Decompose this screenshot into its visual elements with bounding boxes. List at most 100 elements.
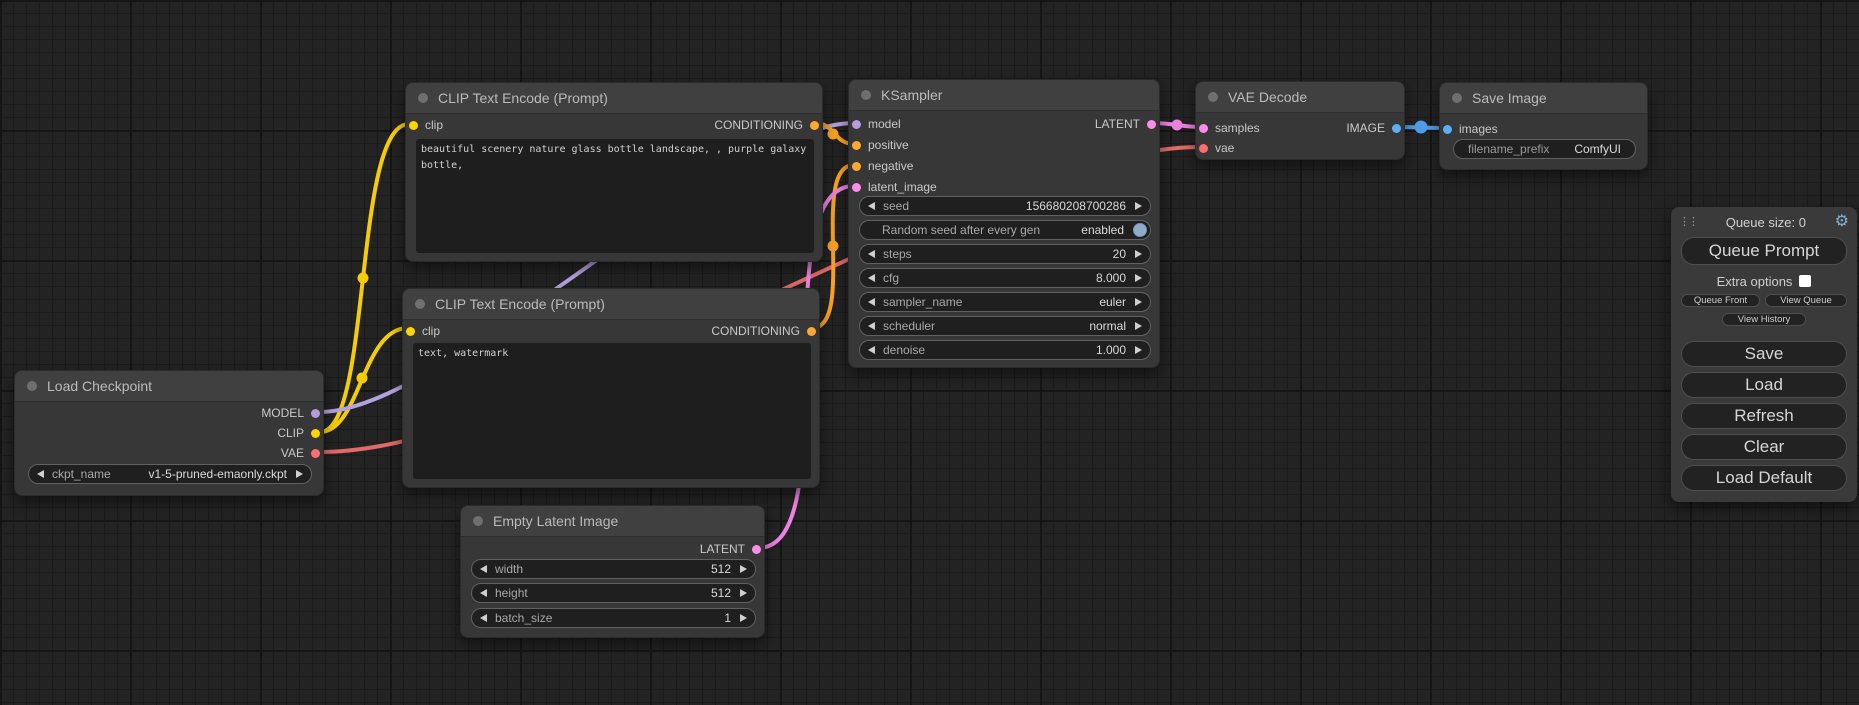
- output-port-latent[interactable]: [752, 545, 761, 554]
- output-port-conditioning[interactable]: [810, 121, 819, 130]
- extra-options-checkbox[interactable]: [1799, 275, 1811, 287]
- decrement-arrow-icon[interactable]: [868, 346, 875, 354]
- increment-arrow-icon[interactable]: [740, 614, 747, 622]
- input-row-model: model: [849, 114, 901, 134]
- increment-arrow-icon[interactable]: [740, 589, 747, 597]
- node-empty-latent-image[interactable]: Empty Latent Image LATENT width 512 heig…: [460, 505, 765, 638]
- save-button[interactable]: Save: [1681, 341, 1847, 367]
- clear-button[interactable]: Clear: [1681, 434, 1847, 460]
- random-seed-toggle-widget[interactable]: Random seed after every gen enabled: [859, 220, 1151, 240]
- queue-front-button[interactable]: Queue Front: [1681, 294, 1760, 307]
- drag-handle-icon[interactable]: [1679, 217, 1697, 228]
- link-dot: [1415, 121, 1428, 134]
- node-vae-decode-titlebar[interactable]: VAE Decode: [1196, 82, 1404, 113]
- input-port-latent-image[interactable]: [852, 183, 861, 192]
- decrement-arrow-icon[interactable]: [480, 614, 487, 622]
- input-port-negative[interactable]: [852, 162, 861, 171]
- decrement-arrow-icon[interactable]: [868, 250, 875, 258]
- node-clip-positive-titlebar[interactable]: CLIP Text Encode (Prompt): [406, 83, 822, 114]
- widget-value: 156680208700286: [1026, 199, 1126, 213]
- node-load-checkpoint[interactable]: Load Checkpoint MODEL CLIP VAE ckpt_name…: [14, 370, 324, 496]
- widget-label: ckpt_name: [52, 467, 111, 481]
- decrement-arrow-icon[interactable]: [868, 322, 875, 330]
- width-widget[interactable]: width 512: [471, 559, 756, 579]
- node-ksampler[interactable]: KSampler model positive negative latent_…: [848, 79, 1160, 368]
- prompt-text-area[interactable]: text, watermark: [413, 343, 811, 479]
- node-vae-decode[interactable]: VAE Decode samples vae IMAGE: [1195, 81, 1405, 160]
- increment-arrow-icon[interactable]: [1135, 202, 1142, 210]
- node-load-checkpoint-titlebar[interactable]: Load Checkpoint: [15, 371, 323, 402]
- node-clip-text-encode-negative[interactable]: CLIP Text Encode (Prompt) clip CONDITION…: [402, 288, 820, 488]
- output-row-latent: LATENT: [700, 539, 764, 559]
- node-title-text: VAE Decode: [1228, 89, 1307, 105]
- collapse-dot-icon[interactable]: [27, 381, 37, 391]
- input-port-clip[interactable]: [406, 327, 415, 336]
- view-history-button[interactable]: View History: [1722, 313, 1806, 326]
- collapse-dot-icon[interactable]: [1208, 92, 1218, 102]
- seed-widget[interactable]: seed 156680208700286: [859, 196, 1151, 216]
- collapse-dot-icon[interactable]: [418, 93, 428, 103]
- input-port-model[interactable]: [852, 120, 861, 129]
- increment-arrow-icon[interactable]: [1135, 250, 1142, 258]
- queue-prompt-button[interactable]: Queue Prompt: [1681, 237, 1847, 265]
- input-port-vae[interactable]: [1199, 144, 1208, 153]
- view-queue-button[interactable]: View Queue: [1765, 294, 1847, 307]
- node-ksampler-titlebar[interactable]: KSampler: [849, 80, 1159, 111]
- output-port-clip[interactable]: [311, 429, 320, 438]
- batch-size-widget[interactable]: batch_size 1: [471, 608, 756, 628]
- node-empty-latent-titlebar[interactable]: Empty Latent Image: [461, 506, 764, 537]
- load-default-button[interactable]: Load Default: [1681, 465, 1847, 491]
- input-row-clip: clip: [406, 115, 443, 135]
- denoise-widget[interactable]: denoise 1.000: [859, 340, 1151, 360]
- output-port-latent[interactable]: [1147, 120, 1156, 129]
- node-save-image-titlebar[interactable]: Save Image: [1440, 83, 1647, 114]
- node-save-image[interactable]: Save Image images filename_prefix ComfyU…: [1439, 82, 1648, 170]
- decrement-arrow-icon[interactable]: [868, 202, 875, 210]
- collapse-dot-icon[interactable]: [473, 516, 483, 526]
- scheduler-widget[interactable]: scheduler normal: [859, 316, 1151, 336]
- input-port-positive[interactable]: [852, 141, 861, 150]
- increment-arrow-icon[interactable]: [1135, 346, 1142, 354]
- settings-gear-icon[interactable]: [1835, 214, 1849, 230]
- decrement-arrow-icon[interactable]: [868, 274, 875, 282]
- input-port-clip[interactable]: [409, 121, 418, 130]
- node-clip-text-encode-positive[interactable]: CLIP Text Encode (Prompt) clip CONDITION…: [405, 82, 823, 262]
- output-port-model[interactable]: [311, 409, 320, 418]
- collapse-dot-icon[interactable]: [415, 299, 425, 309]
- ckpt-name-widget[interactable]: ckpt_name v1-5-pruned-emaonly.ckpt: [28, 464, 312, 484]
- widget-label: batch_size: [495, 611, 552, 625]
- decrement-arrow-icon[interactable]: [480, 565, 487, 573]
- load-button[interactable]: Load: [1681, 372, 1847, 398]
- collapse-dot-icon[interactable]: [861, 90, 871, 100]
- input-port-samples[interactable]: [1199, 124, 1208, 133]
- cfg-widget[interactable]: cfg 8.000: [859, 268, 1151, 288]
- output-port-vae[interactable]: [311, 449, 320, 458]
- sampler-name-widget[interactable]: sampler_name euler: [859, 292, 1151, 312]
- output-port-image[interactable]: [1392, 124, 1401, 133]
- prompt-text-area[interactable]: beautiful scenery nature glass bottle la…: [416, 139, 814, 253]
- input-row-vae: vae: [1196, 138, 1234, 158]
- output-row-conditioning: CONDITIONING: [711, 321, 819, 341]
- input-row-positive: positive: [849, 135, 909, 155]
- output-row-conditioning: CONDITIONING: [714, 115, 822, 135]
- steps-widget[interactable]: steps 20: [859, 244, 1151, 264]
- filename-prefix-widget[interactable]: filename_prefix ComfyUI: [1453, 139, 1636, 159]
- increment-arrow-icon[interactable]: [1135, 322, 1142, 330]
- node-clip-negative-titlebar[interactable]: CLIP Text Encode (Prompt): [403, 289, 819, 320]
- random-seed-toggle-icon[interactable]: [1133, 223, 1147, 237]
- widget-value: normal: [1089, 319, 1126, 333]
- widget-label: sampler_name: [883, 295, 962, 309]
- height-widget[interactable]: height 512: [471, 583, 756, 603]
- decrement-arrow-icon[interactable]: [480, 589, 487, 597]
- increment-arrow-icon[interactable]: [296, 470, 303, 478]
- collapse-dot-icon[interactable]: [1452, 93, 1462, 103]
- output-port-conditioning[interactable]: [807, 327, 816, 336]
- increment-arrow-icon[interactable]: [1135, 274, 1142, 282]
- input-port-images[interactable]: [1443, 125, 1452, 134]
- decrement-arrow-icon[interactable]: [868, 298, 875, 306]
- node-title-text: Load Checkpoint: [47, 378, 152, 394]
- increment-arrow-icon[interactable]: [740, 565, 747, 573]
- decrement-arrow-icon[interactable]: [37, 470, 44, 478]
- refresh-button[interactable]: Refresh: [1681, 403, 1847, 429]
- increment-arrow-icon[interactable]: [1135, 298, 1142, 306]
